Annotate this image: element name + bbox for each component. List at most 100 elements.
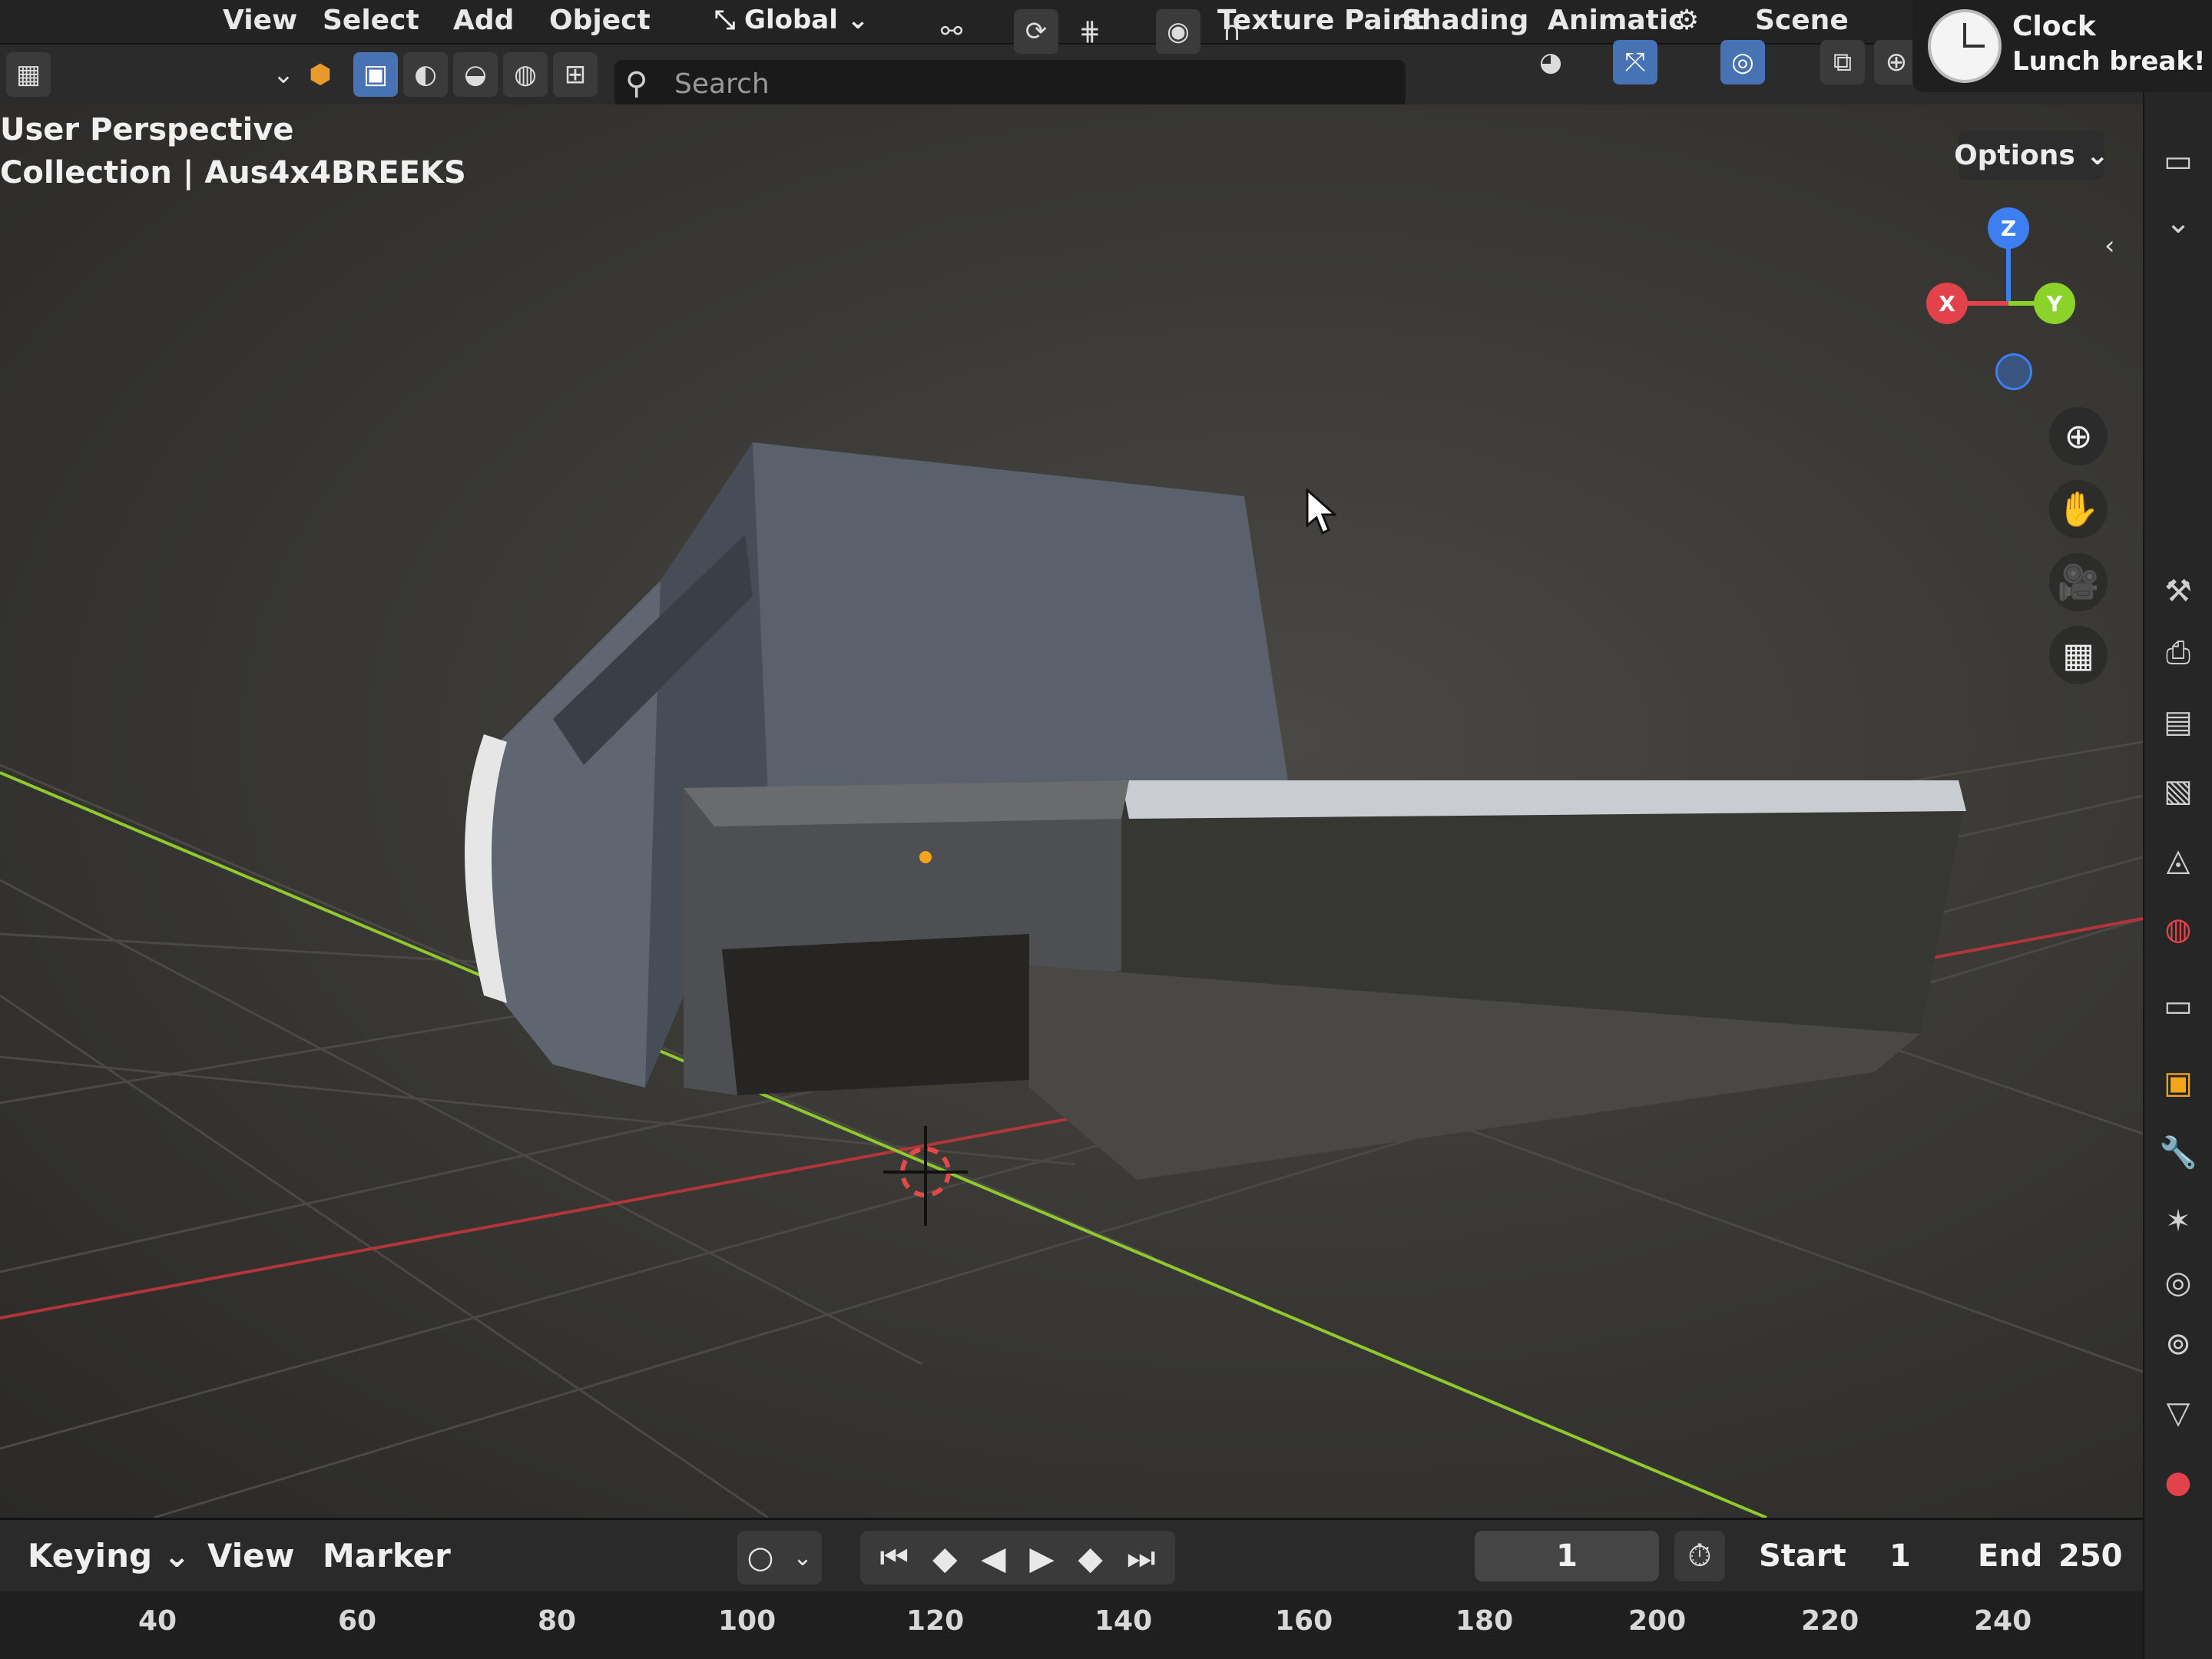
transform-orientation-dropdown[interactable]: ⤡ Global ⌄ — [714, 5, 869, 35]
properties-sidebar: ▭ ⌄ ⚒ ⎙ ▤ ▧ ◬ ◍ ▭ ▣ 🔧 ✶ ◎ ⊚ ▽ ● — [2143, 92, 2212, 1659]
show-overlays-icon[interactable]: ◎ — [1720, 40, 1765, 84]
pivot-point-icon[interactable]: ⚯ — [929, 9, 974, 54]
ruler-tick: 240 — [1974, 1605, 2032, 1637]
constraints-icon[interactable]: ⊚ — [2155, 1321, 2201, 1367]
modifier-wrench-icon[interactable]: 🔧 — [2155, 1129, 2201, 1175]
chevron-down-icon: ⌄ — [793, 1544, 813, 1571]
editor-type-icon[interactable]: ▦ — [6, 52, 51, 97]
ruler-tick: 100 — [718, 1605, 777, 1637]
output-properties-icon[interactable]: ▤ — [2155, 699, 2201, 745]
search-placeholder: Search — [674, 68, 770, 100]
proportional-editing-icon[interactable]: ◉ — [1156, 9, 1200, 54]
gizmo-z-axis[interactable]: Z — [1988, 207, 2029, 249]
menu-marker[interactable]: Marker — [323, 1537, 451, 1575]
visibility-icon[interactable]: ◕ — [1528, 40, 1573, 84]
ruler-tick: 140 — [1094, 1605, 1153, 1637]
start-label: Start — [1759, 1538, 1846, 1574]
menu-keying[interactable]: Keying ⌄ — [28, 1537, 190, 1575]
play-icon[interactable]: ▶ — [1029, 1539, 1054, 1577]
jump-to-start-icon[interactable]: ⏮ — [879, 1538, 909, 1577]
collapse-chevron-icon[interactable]: ⌄ — [2155, 200, 2201, 246]
scene-properties-icon[interactable]: ◬ — [2155, 837, 2201, 883]
menu-view[interactable]: View — [223, 5, 297, 36]
color-wheel-icon[interactable]: ⬢ — [298, 52, 343, 97]
ruler-tick: 180 — [1455, 1605, 1514, 1637]
current-frame-field[interactable]: 1 — [1475, 1531, 1659, 1581]
end-frame-field[interactable]: 250 — [2058, 1538, 2123, 1574]
menu-select[interactable]: Select — [323, 5, 419, 36]
pan-hand-icon[interactable]: ✋ — [2049, 480, 2108, 538]
jump-to-end-icon[interactable]: ⏭ — [1127, 1538, 1156, 1577]
end-label: End — [1978, 1538, 2043, 1574]
ruler-tick: 200 — [1628, 1605, 1687, 1637]
falloff-curve-icon[interactable]: ∩ — [1210, 9, 1254, 54]
data-properties-icon[interactable]: ▽ — [2155, 1390, 2201, 1436]
perspective-grid-icon[interactable]: ▦ — [2049, 626, 2108, 684]
sidebar-toggle-icon[interactable]: ‹ — [2104, 230, 2115, 261]
clock-title: Clock — [2012, 11, 2096, 42]
view-perspective-label: User Perspective — [0, 112, 294, 147]
scene-name[interactable]: Scene — [1755, 5, 1849, 36]
scene-selector-icon[interactable]: ⚙ — [1674, 5, 1699, 36]
select-subtract-icon[interactable]: ◒ — [453, 52, 498, 97]
render-properties-icon[interactable]: ⎙ — [2155, 630, 2201, 676]
collection-properties-icon[interactable]: ▭ — [2155, 983, 2201, 1029]
timeline-ruler[interactable]: 40 60 80 100 120 140 160 180 200 220 240 — [0, 1591, 2143, 1659]
auto-keying-toggle[interactable]: ○ ⌄ — [737, 1531, 822, 1584]
mouse-pointer-icon — [1306, 488, 1336, 535]
search-icon: ⚲ — [625, 66, 648, 101]
clock-message: Lunch break! — [2012, 46, 2206, 77]
material-properties-icon[interactable]: ● — [2155, 1459, 2201, 1505]
navigation-gizmo[interactable]: Z X Y — [1905, 200, 2104, 399]
jump-to-keyframe-next-icon[interactable]: ◆ — [1078, 1539, 1103, 1577]
particles-icon[interactable]: ✶ — [2155, 1198, 2201, 1244]
select-invert-icon[interactable]: ◍ — [503, 52, 548, 97]
camera-view-icon[interactable]: 🎥 — [2049, 553, 2108, 611]
ruler-tick: 80 — [538, 1605, 577, 1637]
viewport-scene — [0, 442, 2143, 1518]
collection-path-label: Collection | Aus4x4BREEKS — [0, 155, 466, 190]
menu-add[interactable]: Add — [453, 5, 514, 36]
search-input[interactable]: ⚲ Search — [614, 60, 1406, 108]
ruler-tick: 160 — [1275, 1605, 1333, 1637]
select-box-icon[interactable]: ▣ — [353, 52, 398, 97]
menu-object[interactable]: Object — [549, 5, 651, 36]
start-frame-field[interactable]: 1 — [1889, 1538, 1911, 1574]
tab-animatic[interactable]: Animatic — [1548, 5, 1685, 36]
timeline-header: Keying ⌄ View Marker ○ ⌄ ⏮ ◆ ◀ ▶ ◆ ⏭ 1 ⏱… — [0, 1518, 2143, 1594]
tool-settings-icon[interactable]: ⚒ — [2155, 568, 2201, 614]
clock-widget[interactable]: Clock Lunch break! — [1912, 0, 2212, 92]
menu-timeline-view[interactable]: View — [207, 1537, 294, 1575]
jump-to-keyframe-prev-icon[interactable]: ◆ — [932, 1539, 957, 1577]
gizmo-y-axis[interactable]: Y — [2034, 283, 2075, 324]
world-properties-icon[interactable]: ◍ — [2155, 906, 2201, 952]
show-gizmo-icon[interactable]: ⤧ — [1613, 40, 1657, 84]
stopwatch-icon[interactable]: ⏱ — [1674, 1531, 1725, 1581]
chevron-down-icon: ⌄ — [163, 1537, 190, 1575]
snap-toggle-icon[interactable]: ⟳ — [1014, 9, 1058, 54]
orientation-icon: ⤡ — [714, 5, 736, 35]
snap-target-icon[interactable]: ⋕ — [1068, 9, 1112, 54]
tool-tab-icon[interactable]: ▭ — [2155, 138, 2201, 184]
chevron-down-icon: ⌄ — [846, 5, 869, 35]
play-reverse-icon[interactable]: ◀ — [981, 1539, 1005, 1577]
truck-model[interactable] — [465, 442, 1966, 1180]
object-properties-icon[interactable]: ▣ — [2155, 1060, 2201, 1106]
zoom-icon[interactable]: ⊕ — [2049, 407, 2108, 465]
ruler-tick: 60 — [338, 1605, 377, 1637]
options-dropdown[interactable]: Options ⌄ — [1954, 131, 2109, 180]
tab-shading[interactable]: Shading — [1402, 5, 1528, 36]
xray-toggle-icon[interactable]: ⧉ — [1820, 40, 1865, 84]
gizmo-neg-z-axis[interactable] — [1995, 353, 2032, 390]
gizmo-x-axis[interactable]: X — [1926, 283, 1968, 324]
3d-viewport[interactable]: User Perspective Collection | Aus4x4BREE… — [0, 104, 2143, 1518]
ruler-tick: 120 — [906, 1605, 965, 1637]
select-extend-icon[interactable]: ◐ — [403, 52, 448, 97]
view-layer-icon[interactable]: ▧ — [2155, 768, 2201, 814]
chevron-down-icon: ⌄ — [2085, 139, 2109, 171]
ruler-tick: 220 — [1801, 1605, 1859, 1637]
clock-icon — [1928, 9, 2002, 83]
physics-icon[interactable]: ◎ — [2155, 1260, 2201, 1306]
playback-controls: ⏮ ◆ ◀ ▶ ◆ ⏭ — [860, 1531, 1175, 1584]
select-intersect-icon[interactable]: ⊞ — [553, 52, 598, 97]
